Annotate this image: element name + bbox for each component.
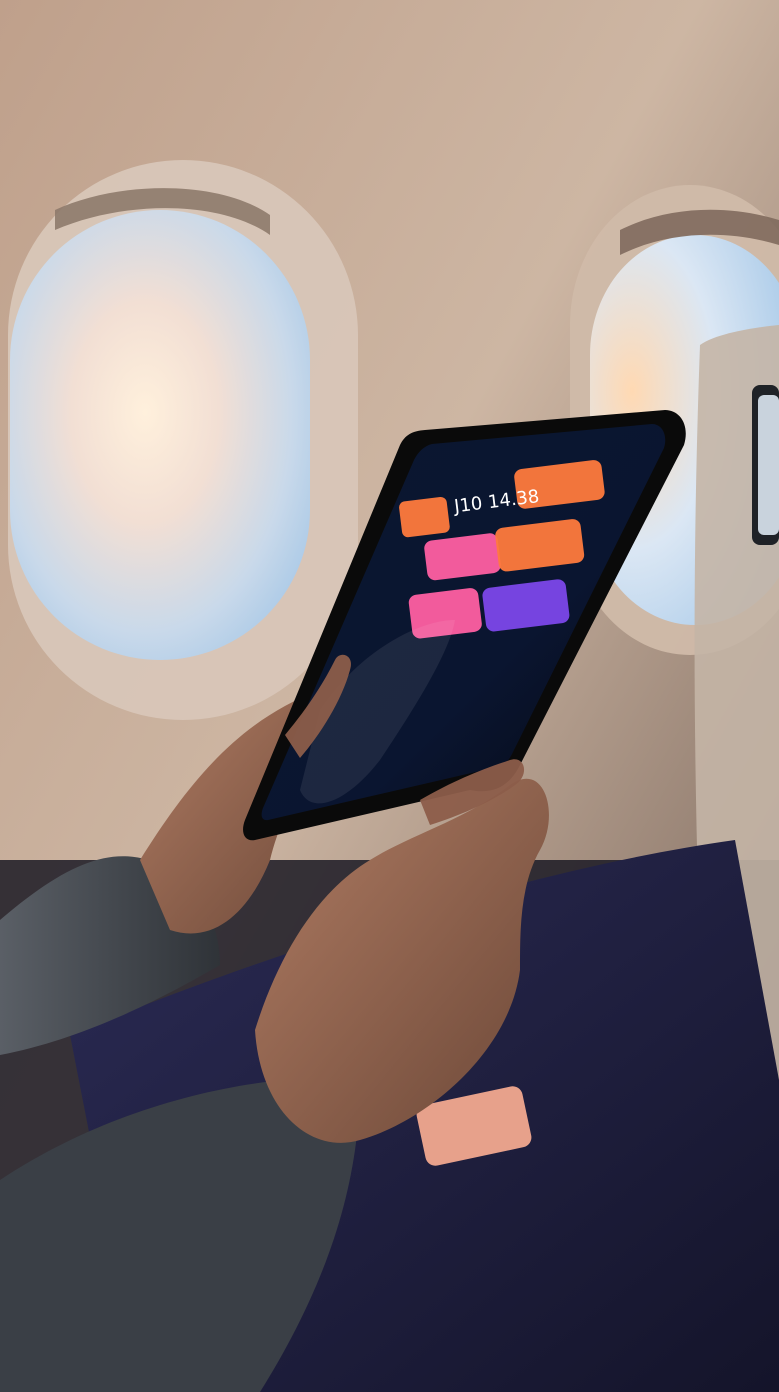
tile-orange-top-left — [399, 497, 450, 538]
window-left — [8, 160, 358, 720]
photo-scene: J10 14.38 — [0, 0, 779, 1392]
photo-frame: J10 14.38 — [0, 0, 779, 1392]
scene-illustration: J10 14.38 — [0, 0, 779, 1392]
